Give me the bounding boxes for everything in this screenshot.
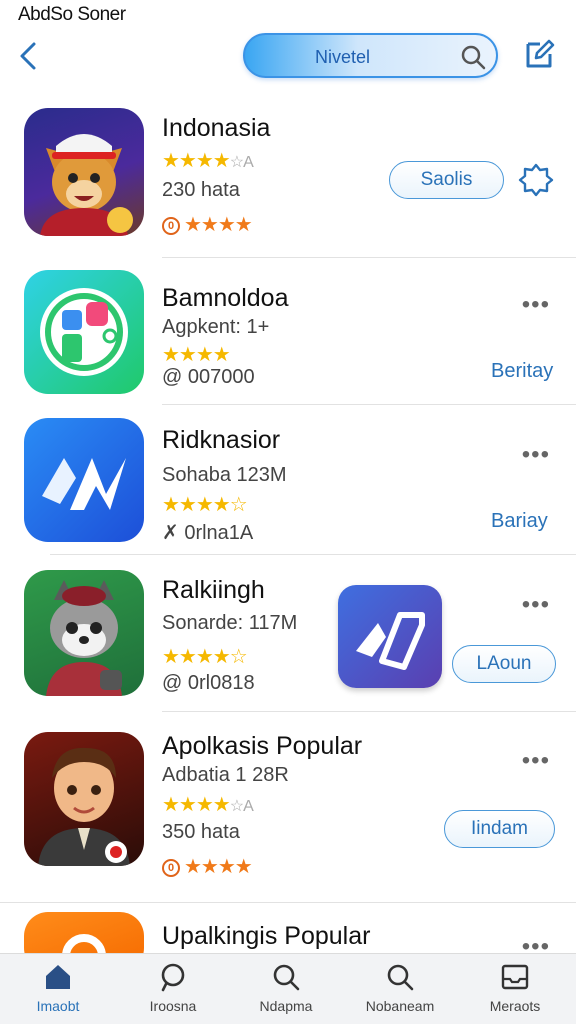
tab-label: Imaobt — [36, 998, 80, 1014]
tab-label: Meraots — [489, 998, 541, 1014]
more-options-icon[interactable]: ••• — [522, 749, 550, 773]
app-action-link[interactable]: Bariay — [491, 510, 548, 533]
stars: ★★★★ — [162, 646, 231, 668]
search-icon — [387, 964, 414, 991]
app-size: 350 hata — [162, 821, 240, 843]
stars-tail: ☆A — [229, 154, 254, 171]
more-options-icon[interactable]: ••• — [522, 935, 550, 954]
list-item[interactable]: Upalkingis Popular ••• — [0, 906, 576, 953]
app-name: Indonasia — [162, 114, 271, 142]
star-rating: ★★★★☆ — [162, 492, 248, 517]
app-action-button[interactable]: LAoun — [452, 645, 556, 683]
list-item[interactable]: Indonasia ★★★★☆A 230 hata 0 ★★★★ Saolis — [0, 104, 576, 254]
settings-gear-icon[interactable] — [518, 162, 554, 198]
app-name: Bamnoldoa — [162, 284, 289, 312]
divider — [162, 404, 576, 405]
more-options-icon[interactable]: ••• — [522, 593, 550, 617]
secondary-rating: 0 ★★★★ — [162, 854, 253, 879]
tab-browse[interactable]: Nobaneam — [350, 962, 450, 1022]
app-name: Upalkingis Popular — [162, 922, 371, 950]
app-downloads: ✗ 0rlna1A — [162, 522, 254, 544]
tab-updates[interactable]: Meraots — [465, 962, 565, 1022]
app-name: Ridknasior — [162, 426, 281, 454]
compose-icon[interactable] — [522, 36, 556, 72]
star-rating: ★★★★ — [162, 344, 231, 366]
app-icon-wolf-mascot[interactable] — [24, 570, 144, 696]
app-action-button[interactable]: Saolis — [389, 161, 504, 199]
tab-label: Nobaneam — [365, 998, 435, 1014]
app-subtitle: Agpkent: 1+ — [162, 316, 270, 338]
stars: ★★★★ — [184, 214, 253, 236]
app-subtitle: Sohaba 123M — [162, 464, 287, 486]
star-rating: ★★★★☆A — [162, 792, 254, 817]
app-subtitle: Sonarde: 117M — [162, 612, 298, 634]
tab-bar: Imaobt Iroosna Ndapma Nobaneam Meraots — [0, 953, 576, 1024]
status-bar-text: AbdSo Soner — [18, 4, 126, 25]
app-icon-green-circle[interactable] — [24, 270, 144, 394]
more-options-icon[interactable]: ••• — [522, 443, 550, 467]
app-action-button[interactable]: Iindam — [444, 810, 555, 848]
stars-tail: ☆A — [229, 798, 254, 815]
app-icon-blue-logo[interactable] — [24, 418, 144, 542]
stars: ★★★★ — [162, 150, 231, 172]
tab-search[interactable]: Ndapma — [236, 962, 336, 1022]
app-downloads: @ 0rl0818 — [162, 672, 255, 694]
inbox-icon — [501, 964, 529, 990]
star-rating: ★★★★☆ — [162, 644, 248, 669]
stars: ★★★★ — [162, 494, 231, 516]
list-item[interactable]: Bamnoldoa Agpkent: 1+ ★★★★ @ 007000 ••• … — [0, 266, 576, 404]
list-item[interactable]: Ridknasior Sohaba 123M ★★★★☆ ✗ 0rlna1A •… — [0, 414, 576, 554]
back-chevron-icon[interactable] — [14, 38, 42, 74]
search-field[interactable]: Nivetel — [243, 33, 498, 78]
star-rating: ★★★★☆A — [162, 148, 254, 173]
search-icon[interactable] — [460, 44, 486, 70]
app-icon-fox-mascot[interactable] — [24, 108, 144, 236]
search-label: Nivetel — [315, 47, 371, 67]
search-icon — [161, 963, 185, 992]
stars: ★★★★ — [162, 794, 231, 816]
divider — [0, 902, 576, 903]
home-icon — [46, 965, 70, 989]
rating-badge-icon: 0 — [162, 217, 180, 235]
tab-home[interactable]: Imaobt — [8, 962, 108, 1022]
featured-app-icon[interactable] — [338, 585, 442, 688]
tab-label: Ndapma — [259, 998, 313, 1014]
more-options-icon[interactable]: ••• — [522, 293, 550, 317]
app-action-link[interactable]: Beritay — [491, 360, 553, 383]
divider — [162, 257, 576, 258]
rating-badge-icon: 0 — [162, 859, 180, 877]
list-item[interactable]: Ralkiingh Sonarde: 117M ★★★★☆ @ 0rl0818 … — [0, 566, 576, 710]
top-bar: Nivetel — [0, 30, 576, 82]
tab-discover[interactable]: Iroosna — [123, 962, 223, 1022]
app-size: 230 hata — [162, 179, 240, 201]
app-subtitle: Adbatia 1 28R — [162, 764, 289, 786]
divider — [162, 711, 576, 712]
stars: ★★★★ — [184, 856, 253, 878]
app-name: Apolkasis Popular — [162, 732, 363, 760]
divider — [50, 554, 576, 555]
app-downloads: @ 007000 — [162, 366, 255, 388]
stars-tail: ☆ — [229, 494, 248, 516]
app-icon-boy-avatar[interactable] — [24, 732, 144, 866]
tab-label: Iroosna — [149, 998, 197, 1014]
app-name: Ralkiingh — [162, 576, 265, 604]
app-icon-orange[interactable] — [24, 912, 144, 953]
stars-tail: ☆ — [229, 646, 248, 668]
secondary-rating: 0 ★★★★ — [162, 212, 253, 237]
list-item[interactable]: Apolkasis Popular Adbatia 1 28R ★★★★☆A 3… — [0, 724, 576, 894]
search-icon — [273, 964, 300, 991]
